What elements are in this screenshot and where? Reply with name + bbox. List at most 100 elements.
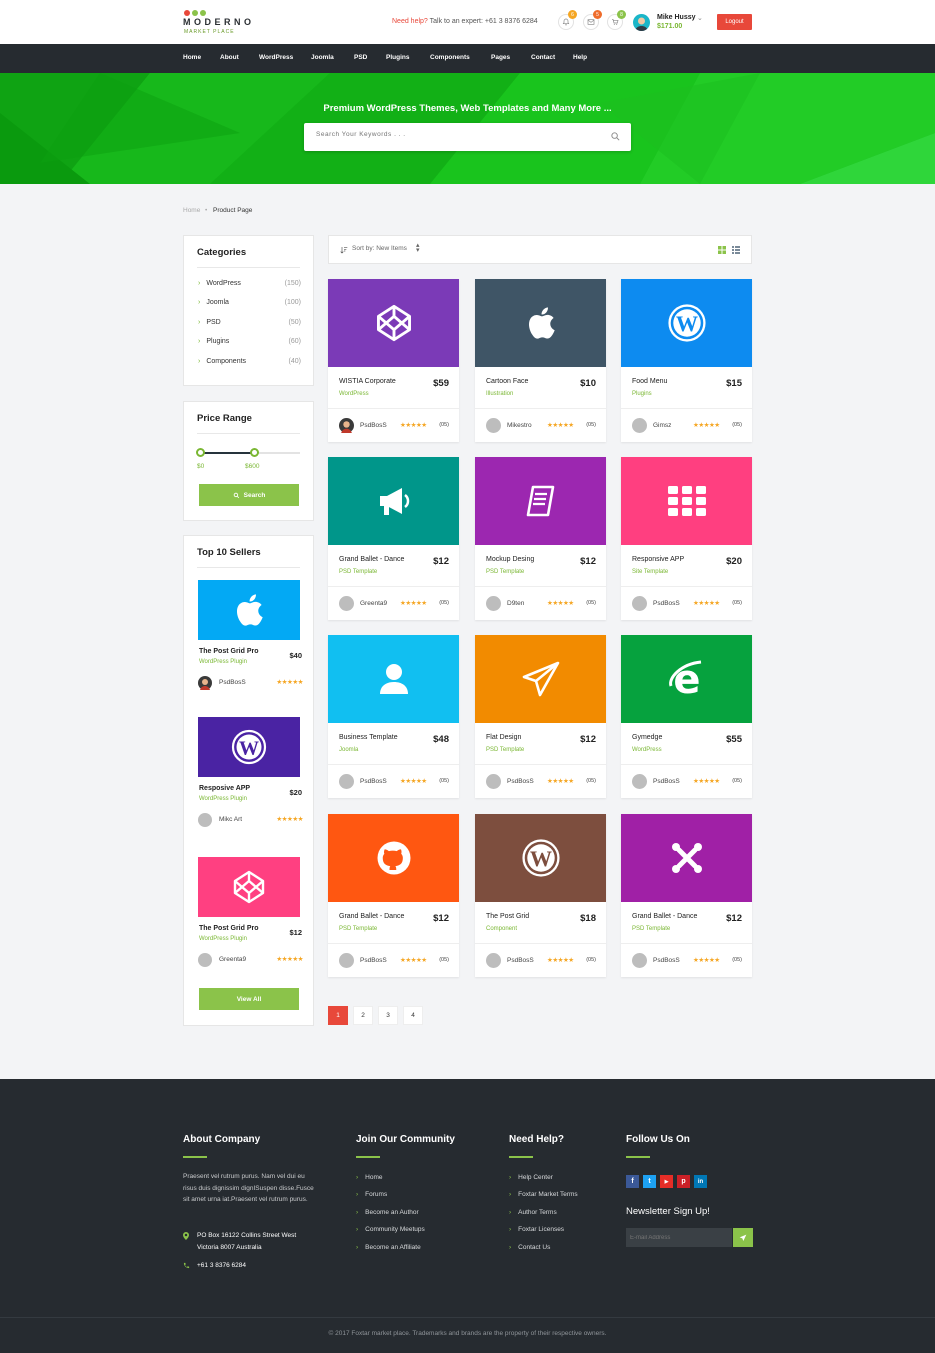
facebook-icon[interactable]: f — [626, 1175, 639, 1188]
list-view-icon[interactable] — [732, 246, 740, 254]
seller-thumbnail[interactable]: W — [198, 717, 300, 777]
product-category[interactable]: Illustration — [486, 391, 513, 397]
product-thumbnail[interactable] — [328, 814, 459, 902]
product-author[interactable]: Greenta9 — [360, 600, 387, 607]
newsletter-email-input[interactable] — [626, 1228, 732, 1247]
messages-button[interactable]: 5 — [583, 10, 602, 30]
notifications-button[interactable]: 6 — [558, 10, 577, 30]
chevron-down-icon[interactable]: ⌄ — [697, 14, 703, 22]
product-category[interactable]: WordPress — [632, 747, 662, 753]
page-3-button[interactable]: 3 — [378, 1006, 398, 1025]
product-category[interactable]: WordPress — [339, 391, 369, 397]
product-card[interactable]: Grand Ballet - Dance PSD Template $12 PsdBo… — [621, 814, 752, 977]
product-thumbnail[interactable] — [328, 279, 459, 367]
footer-link[interactable]: › Foxtar Licenses — [509, 1226, 564, 1233]
product-card[interactable]: e Gymedge WordPress $55 PsdBosS ★★★★★ (05) — [621, 635, 752, 798]
category-item[interactable]: › WordPress (150) — [198, 280, 301, 287]
grid-view-icon[interactable] — [718, 246, 726, 254]
product-name[interactable]: Cartoon Face — [486, 378, 528, 385]
product-author[interactable]: PsdBosS — [360, 422, 387, 429]
product-card[interactable]: Flat Design PSD Template $12 PsdBosS ★★★★★ (0… — [475, 635, 606, 798]
cart-button[interactable]: 8 — [607, 10, 626, 30]
product-thumbnail[interactable] — [475, 635, 606, 723]
logout-button[interactable]: Logout — [717, 14, 752, 30]
nav-help[interactable]: Help — [573, 54, 587, 61]
product-name[interactable]: WISTIA Corporate — [339, 378, 396, 385]
seller-thumbnail[interactable] — [198, 857, 300, 917]
footer-link[interactable]: › Become an Affiliate — [356, 1244, 421, 1251]
nav-contact[interactable]: Contact — [531, 54, 555, 61]
category-item[interactable]: › Plugins (60) — [198, 338, 301, 345]
footer-link[interactable]: › Author Terms — [509, 1209, 557, 1216]
product-category[interactable]: Site Template — [632, 569, 668, 575]
category-item[interactable]: › PSD (50) — [198, 319, 301, 326]
seller-product-name[interactable]: The Post Grid Pro — [199, 648, 259, 655]
nav-joomla[interactable]: Joomla — [311, 54, 334, 61]
seller-product-name[interactable]: Resposive APP — [199, 785, 250, 792]
linkedin-icon[interactable]: in — [694, 1175, 707, 1188]
product-category[interactable]: PSD Template — [486, 747, 524, 753]
product-thumbnail[interactable] — [475, 279, 606, 367]
nav-pages[interactable]: Pages — [491, 54, 510, 61]
product-category[interactable]: PSD Template — [339, 569, 377, 575]
product-name[interactable]: Gymedge — [632, 734, 662, 741]
product-card[interactable]: Grand Ballet - Dance PSD Template $12 Green… — [328, 457, 459, 620]
range-handle-min[interactable] — [196, 448, 205, 457]
seller-author[interactable]: Greenta9 — [219, 956, 246, 963]
view-all-button[interactable]: View All — [199, 988, 299, 1010]
product-thumbnail[interactable] — [621, 457, 752, 545]
footer-link[interactable]: › Help Center — [509, 1174, 553, 1181]
product-card[interactable]: WISTIA Corporate WordPress $59 PsdBosS ★★★★★… — [328, 279, 459, 442]
product-thumbnail[interactable] — [621, 814, 752, 902]
product-category[interactable]: Joomla — [339, 747, 358, 753]
product-card[interactable]: Responsive APP Site Template $20 PsdBosS ★★★… — [621, 457, 752, 620]
product-author[interactable]: PsdBosS — [653, 600, 680, 607]
search-input[interactable] — [316, 131, 596, 138]
seller-thumbnail[interactable] — [198, 580, 300, 640]
product-name[interactable]: Grand Ballet - Dance — [339, 556, 404, 563]
footer-link[interactable]: › Home — [356, 1174, 383, 1181]
product-thumbnail[interactable]: W — [621, 279, 752, 367]
product-thumbnail[interactable]: e — [621, 635, 752, 723]
page-4-button[interactable]: 4 — [403, 1006, 423, 1025]
newsletter-submit-button[interactable] — [733, 1228, 753, 1247]
product-name[interactable]: Grand Ballet - Dance — [339, 913, 404, 920]
nav-components[interactable]: Components — [430, 54, 470, 61]
nav-psd[interactable]: PSD — [354, 54, 367, 61]
product-card[interactable]: Grand Ballet - Dance PSD Template $12 PsdBo… — [328, 814, 459, 977]
pinterest-icon[interactable]: p — [677, 1175, 690, 1188]
product-name[interactable]: Flat Design — [486, 734, 521, 741]
nav-about[interactable]: About — [220, 54, 239, 61]
product-author[interactable]: Gimsz — [653, 422, 671, 429]
product-card[interactable]: W Food Menu Plugins $15 Gimsz ★★★★★ (05) — [621, 279, 752, 442]
category-item[interactable]: › Components (40) — [198, 358, 301, 365]
product-category[interactable]: PSD Template — [339, 926, 377, 932]
product-name[interactable]: Grand Ballet - Dance — [632, 913, 697, 920]
product-name[interactable]: Responsive APP — [632, 556, 684, 563]
logo-title[interactable]: MODERNO — [183, 17, 255, 27]
seller-author[interactable]: PsdBosS — [219, 679, 246, 686]
footer-link[interactable]: › Become an Author — [356, 1209, 419, 1216]
product-author[interactable]: PsdBosS — [360, 778, 387, 785]
nav-home[interactable]: Home — [183, 54, 201, 61]
user-name[interactable]: Mike Hussy — [657, 14, 696, 21]
sort-dropdown[interactable]: Sort by: New Items — [352, 245, 407, 252]
nav-wordpress[interactable]: WordPress — [259, 54, 293, 61]
product-name[interactable]: The Post Grid — [486, 913, 529, 920]
product-name[interactable]: Food Menu — [632, 378, 667, 385]
product-category[interactable]: Plugins — [632, 391, 652, 397]
product-card[interactable]: Mockup Desing PSD Template $12 D9ten ★★★★★ (0… — [475, 457, 606, 620]
product-category[interactable]: PSD Template — [486, 569, 524, 575]
footer-phone[interactable]: +61 3 8376 6284 — [197, 1262, 246, 1269]
avatar[interactable] — [633, 14, 650, 31]
product-author[interactable]: PsdBosS — [507, 778, 534, 785]
footer-link[interactable]: › Forums — [356, 1191, 387, 1198]
product-card[interactable]: Cartoon Face Illustration $10 Mikestro ★★★★★… — [475, 279, 606, 442]
product-card[interactable]: Business Template Joomla $48 PsdBosS ★★★★★ (0… — [328, 635, 459, 798]
product-category[interactable]: PSD Template — [632, 926, 670, 932]
product-thumbnail[interactable] — [328, 635, 459, 723]
product-category[interactable]: Component — [486, 926, 517, 932]
product-author[interactable]: D9ten — [507, 600, 524, 607]
nav-plugins[interactable]: Plugins — [386, 54, 409, 61]
product-name[interactable]: Business Template — [339, 734, 398, 741]
